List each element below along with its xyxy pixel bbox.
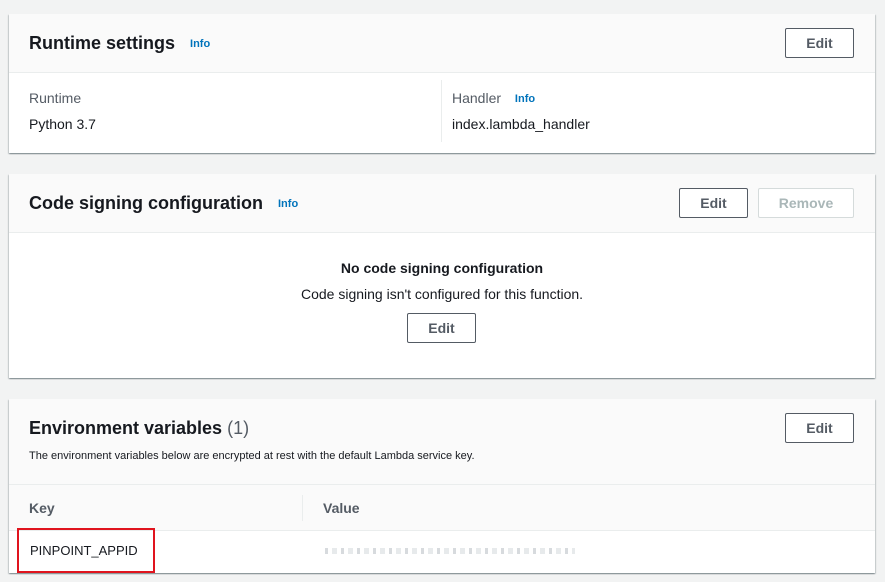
code-signing-edit-button[interactable]: Edit: [679, 188, 748, 218]
runtime-label: Runtime: [29, 90, 82, 106]
environment-variables-title-text: Environment variables: [29, 418, 223, 438]
column-header-value[interactable]: Value: [323, 500, 360, 516]
handler-value: index.lambda_handler: [452, 116, 590, 132]
table-header: Key Value: [9, 484, 875, 531]
runtime-settings-header: Runtime settings Info Edit: [9, 14, 875, 73]
environment-variables-description: The environment variables below are encr…: [29, 450, 475, 462]
code-signing-title-text: Code signing configuration: [29, 193, 263, 213]
environment-variables-edit-button[interactable]: Edit: [785, 413, 854, 443]
code-signing-title: Code signing configuration Info: [29, 193, 298, 214]
environment-variables-count: (1): [227, 418, 250, 438]
environment-variables-title: Environment variables (1): [29, 418, 249, 439]
table-row-value-cell: [325, 548, 575, 554]
handler-label: Handler Info: [452, 90, 535, 106]
environment-variables-panel: Environment variables (1) Edit The envir…: [9, 399, 875, 573]
runtime-settings-panel: Runtime settings Info Edit Runtime Pytho…: [9, 14, 875, 153]
table-row-key-cell: PINPOINT_APPID: [17, 528, 155, 573]
runtime-settings-title: Runtime settings Info: [29, 33, 210, 54]
empty-state-description: Code signing isn't configured for this f…: [300, 286, 584, 302]
column-divider: [441, 80, 442, 142]
code-signing-header: Code signing configuration Info Edit Rem…: [9, 174, 875, 233]
code-signing-panel: Code signing configuration Info Edit Rem…: [9, 174, 875, 378]
environment-variables-header: Environment variables (1) Edit The envir…: [9, 399, 875, 484]
code-signing-remove-button[interactable]: Remove: [758, 188, 854, 218]
empty-state-edit-button[interactable]: Edit: [407, 313, 476, 343]
handler-label-text: Handler: [452, 90, 502, 106]
code-signing-info-link[interactable]: Info: [278, 198, 298, 210]
empty-state-title: No code signing configuration: [340, 260, 544, 276]
column-header-key[interactable]: Key: [29, 500, 55, 516]
column-header-divider: [302, 495, 303, 521]
runtime-settings-info-link[interactable]: Info: [190, 38, 210, 50]
runtime-settings-edit-button[interactable]: Edit: [785, 28, 854, 58]
handler-info-link[interactable]: Info: [515, 93, 535, 105]
runtime-settings-title-text: Runtime settings: [29, 33, 176, 53]
runtime-value: Python 3.7: [29, 116, 96, 132]
